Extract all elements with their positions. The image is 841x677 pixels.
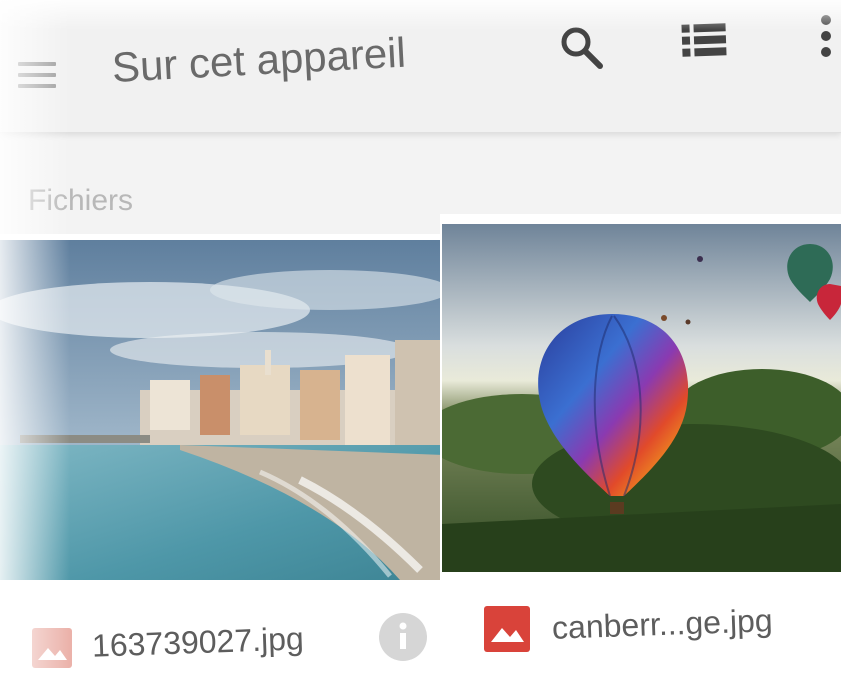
image-file-icon	[484, 606, 530, 652]
search-icon[interactable]	[556, 22, 606, 72]
menu-icon[interactable]	[18, 62, 56, 90]
more-vert-icon[interactable]	[816, 14, 836, 62]
file-thumbnail-coastal-town	[0, 240, 444, 580]
file-name: canberr...ge.jpg	[551, 602, 774, 646]
app-toolbar: Sur cet appareil	[0, 0, 841, 133]
file-name: 163739027.jpg	[91, 620, 305, 664]
toolbar-title: Sur cet appareil	[110, 28, 407, 91]
section-label-files: Fichiers	[28, 184, 134, 217]
files-screen: Sur cet appareil Fichiers 163739027.jpg …	[0, 0, 841, 677]
info-icon[interactable]	[378, 612, 428, 662]
image-file-icon	[32, 628, 72, 668]
file-card[interactable]: canberr...ge.jpg	[440, 214, 841, 677]
list-view-icon[interactable]	[680, 20, 728, 60]
file-card[interactable]: 163739027.jpg	[0, 234, 450, 677]
file-thumbnail-hot-air-balloons	[442, 224, 841, 572]
